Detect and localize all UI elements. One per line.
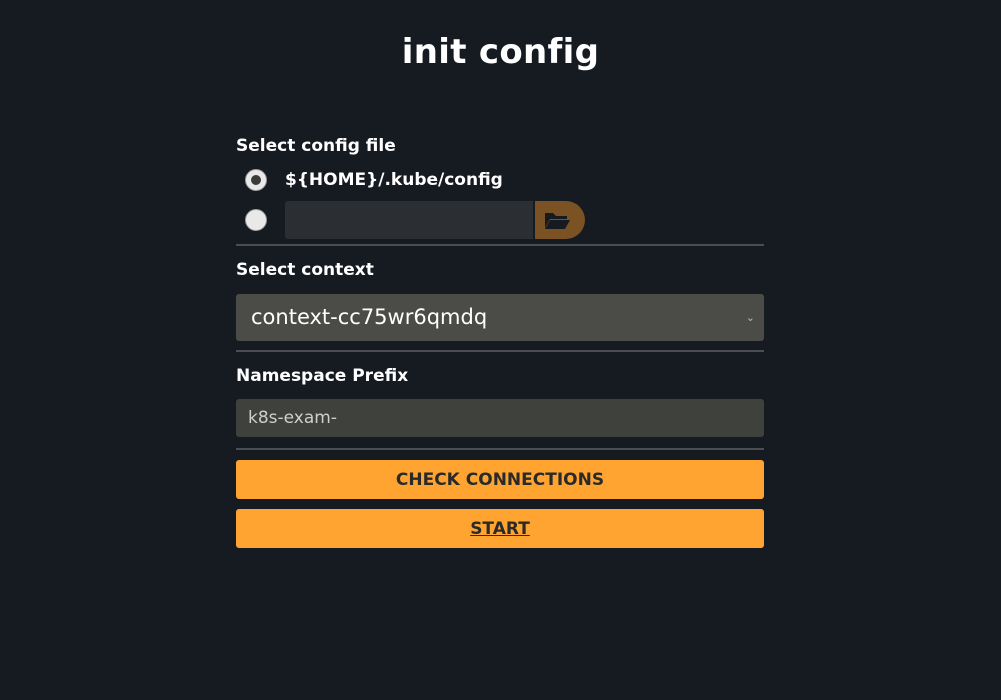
config-option-custom[interactable] [236,198,764,242]
context-select-value: context-cc75wr6qmdq [251,305,488,329]
chevron-down-icon: ⌄ [745,311,755,324]
context-select[interactable]: context-cc75wr6qmdq ⌄ [236,294,764,341]
config-path-input[interactable] [285,201,533,239]
init-config-page: init config Select config file ${HOME}/.… [0,0,1001,700]
namespace-prefix-label: Namespace Prefix [236,366,409,386]
config-default-label: ${HOME}/.kube/config [285,170,503,190]
page-title: init config [401,32,600,72]
config-file-label: Select config file [236,136,396,156]
config-custom-radio[interactable] [245,209,267,231]
context-label: Select context [236,260,374,280]
browse-file-button[interactable] [535,201,585,239]
config-default-radio[interactable] [245,169,267,191]
folder-open-icon [545,213,570,229]
config-option-default[interactable]: ${HOME}/.kube/config [236,162,764,198]
start-button[interactable]: START [236,509,764,548]
config-form: Select config file ${HOME}/.kube/config … [236,134,764,548]
namespace-prefix-input[interactable] [236,399,764,437]
check-connections-button[interactable]: CHECK CONNECTIONS [236,460,764,499]
